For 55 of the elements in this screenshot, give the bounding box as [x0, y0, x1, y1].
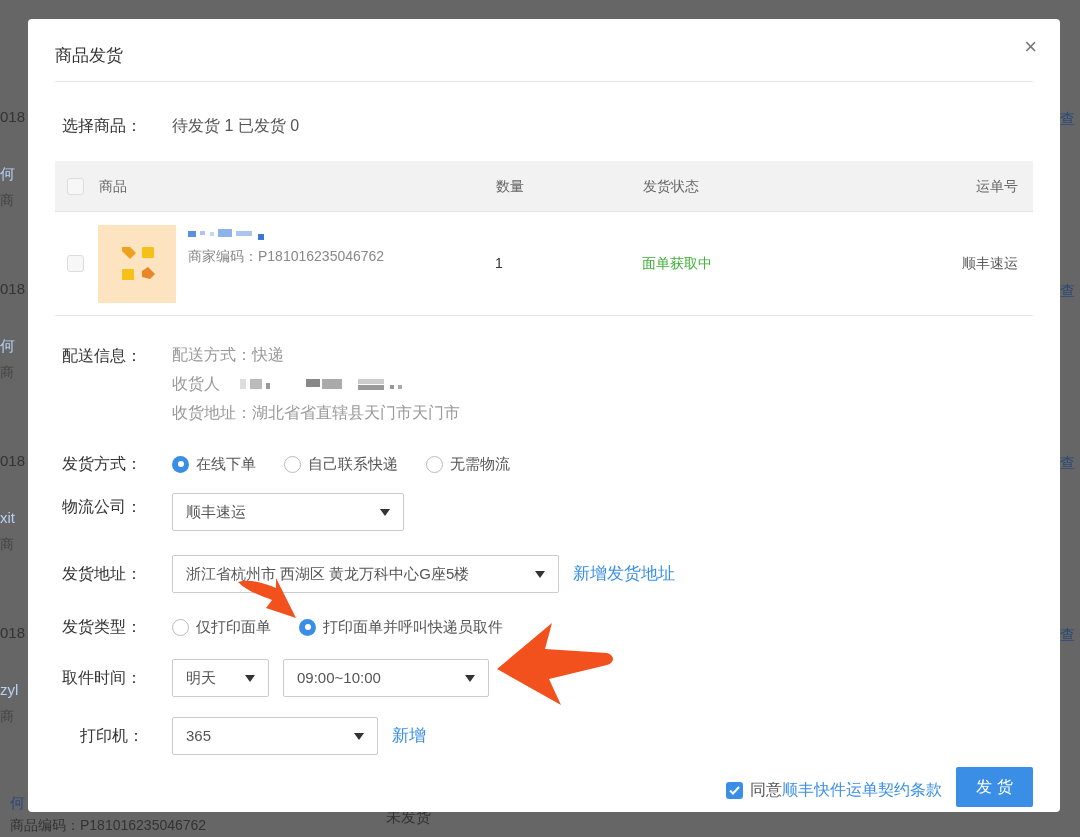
quantity-cell-text: 1: [495, 254, 504, 273]
close-button[interactable]: ×: [1024, 36, 1037, 58]
dropdown-select[interactable]: 明天: [172, 659, 269, 697]
radio-button[interactable]: [172, 618, 189, 636]
column-header: 商品: [99, 176, 128, 196]
buyer-link[interactable]: xit: [0, 507, 28, 530]
recipient-address: 收货地址：湖北省省直辖县天门市天门市: [172, 403, 460, 423]
radio-label: 无需物流: [450, 453, 510, 474]
dropdown-select[interactable]: 09:00~10:00: [283, 659, 489, 697]
check-icon: [729, 785, 740, 795]
radio-label: 仅打印面单: [196, 616, 271, 637]
radio-button[interactable]: [284, 455, 301, 473]
goods-summary: 待发货 1 已发货 0: [172, 116, 300, 136]
merchant-code: 商家编码：P181016235046762: [188, 247, 386, 266]
radio-label: 在线下单: [196, 453, 256, 474]
caret-icon: [245, 674, 255, 682]
checkbox[interactable]: [726, 781, 743, 799]
caret-icon: [535, 570, 545, 578]
add-printer-link[interactable]: 新增: [392, 723, 426, 749]
terms-link[interactable]: 顺丰快件运单契约条款: [782, 778, 942, 802]
checkbox[interactable]: [67, 255, 84, 272]
radio-button[interactable]: [172, 455, 189, 473]
caret-icon: [380, 508, 390, 516]
dropdown-select[interactable]: 浙江省杭州市 西湖区 黄龙万科中心G座5楼: [172, 555, 559, 593]
caret-icon: [465, 674, 475, 682]
radio-label: 打印面单并呼叫快递员取件: [323, 616, 503, 637]
ship-status: 面单获取中: [642, 254, 713, 273]
radio-label: 自己联系快递: [308, 453, 398, 474]
radio-button[interactable]: [299, 618, 316, 636]
field-label: 打印机：: [79, 726, 145, 746]
field-label: 选择商品：: [62, 116, 143, 136]
field-label: 物流公司：: [62, 497, 143, 517]
caret-icon: [354, 732, 364, 740]
agree-text: 同意: [750, 780, 782, 800]
delivery-method: 配送方式：快递: [172, 345, 285, 365]
field-label: 发货方式：: [62, 454, 143, 474]
recipient-label: 收货人: [172, 374, 220, 394]
dropdown-select[interactable]: 365: [172, 717, 378, 755]
column-header: 发货状态: [643, 176, 700, 196]
dropdown-select[interactable]: 顺丰速运: [172, 493, 404, 531]
buyer-link[interactable]: 何: [0, 335, 28, 358]
field-label: 配送信息：: [62, 346, 143, 366]
dialog-title: 商品发货: [55, 45, 123, 68]
buyer-link[interactable]: zyl: [0, 679, 28, 702]
column-header: 运单号: [976, 176, 1019, 196]
field-label: 取件时间：: [62, 668, 143, 688]
field-label: 发货地址：: [62, 564, 143, 584]
column-header: 数量: [496, 176, 525, 196]
radio-button[interactable]: [426, 455, 443, 473]
ship-button[interactable]: 发 货: [956, 767, 1033, 807]
buyer-link[interactable]: 何: [0, 163, 28, 186]
add-address-link[interactable]: 新增发货地址: [573, 561, 675, 587]
checkbox[interactable]: [67, 177, 84, 195]
field-label: 发货类型：: [62, 617, 143, 637]
carrier-cell-text: 顺丰速运: [962, 254, 1019, 273]
